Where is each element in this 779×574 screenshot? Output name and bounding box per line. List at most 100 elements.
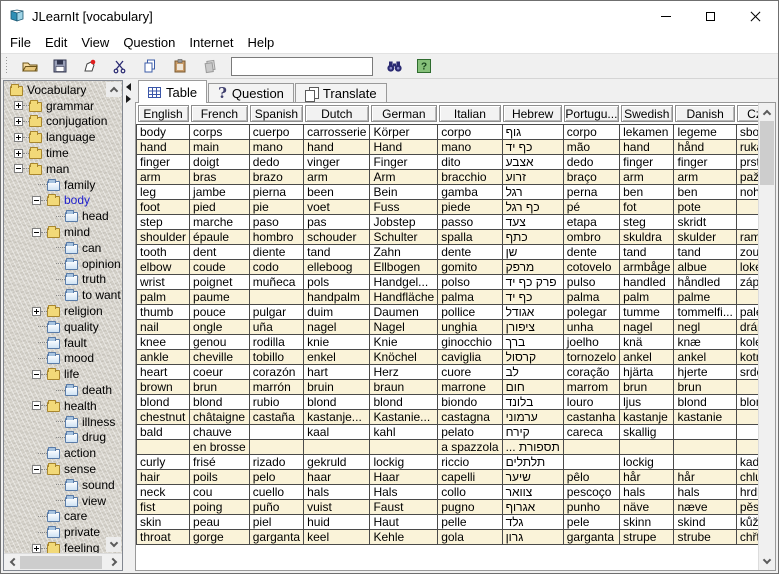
table-cell[interactable]: לב [501,364,564,380]
table-cell[interactable] [248,424,305,440]
table-cell[interactable] [303,439,371,455]
table-cell[interactable]: hals [673,484,737,500]
table-cell[interactable]: elleboog [303,259,371,275]
table-cell[interactable]: hair [136,469,191,485]
table-cell[interactable] [735,379,758,395]
table-cell[interactable]: Finger [369,154,439,170]
table-cell[interactable]: chestnut [136,409,191,425]
table-cell[interactable]: been [303,184,371,200]
tree-item-religion[interactable]: religion [4,303,122,319]
collapse-left-arrow-icon[interactable] [126,83,131,91]
column-header-hebrew[interactable]: Hebrew [503,105,563,122]
tree-item-time[interactable]: time [4,145,122,161]
table-cell[interactable]: pescoço [562,484,621,500]
table-cell[interactable]: dente [437,244,503,260]
table-cell[interactable]: lockig [619,454,675,470]
table-cell[interactable]: brun [619,379,675,395]
table-cell[interactable]: noha [735,184,758,200]
table-cell[interactable]: gekruld [303,454,371,470]
table-cell[interactable]: pols [303,274,371,290]
table-cell[interactable]: Zahn [369,244,439,260]
cut-button[interactable] [107,55,133,77]
table-cell[interactable]: זרוע [501,169,564,185]
table-cell[interactable]: kadeřavý [735,454,758,470]
table-cell[interactable] [369,439,439,455]
table-cell[interactable]: vuist [303,499,371,515]
table-scroll-up-button[interactable] [759,104,775,120]
collapse-minus-icon[interactable] [32,227,41,237]
tree-horizontal-scrollbar[interactable] [4,553,122,570]
table-cell[interactable]: Knie [369,334,439,350]
table-cell[interactable]: piel [248,514,305,530]
table-cell[interactable]: Handgel... [369,274,439,290]
table-cell[interactable]: hals [619,484,675,500]
collapse-minus-icon[interactable] [32,195,41,205]
table-cell[interactable]: braço [562,169,621,185]
table-cell[interactable]: rubio [248,394,305,410]
table-cell[interactable]: pierna [248,184,305,200]
table-cell[interactable]: פרק כף יד [501,274,564,290]
menu-item-internet[interactable]: Internet [182,33,240,52]
table-cell[interactable]: pulgar [248,304,305,320]
table-cell[interactable]: skuldra [619,229,675,245]
table-cell[interactable]: ציפורן [501,319,564,335]
table-cell[interactable]: koleno [735,334,758,350]
tree-item-to-want[interactable]: to want [4,287,122,303]
table-cell[interactable]: step [136,214,191,230]
table-cell[interactable]: bras [189,169,250,185]
table-cell[interactable]: blond [369,394,439,410]
table-cell[interactable]: knæ [673,334,737,350]
table-cell[interactable]: srdce [735,364,758,380]
table-cell[interactable]: marrom [562,379,621,395]
table-cell[interactable]: skallig [619,424,675,440]
table-cell[interactable]: cheville [189,349,250,365]
table-cell[interactable]: neck [136,484,191,500]
table-cell[interactable]: joelho [562,334,621,350]
table-cell[interactable]: duim [303,304,371,320]
table-cell[interactable]: chlup [735,469,758,485]
table-cell[interactable]: ערמוני [501,409,564,425]
table-cell[interactable]: Hals [369,484,439,500]
table-cell[interactable]: kastanje [619,409,675,425]
table-cell[interactable]: haar [303,469,371,485]
help-button[interactable]: ? [411,55,437,77]
table-cell[interactable]: Bein [369,184,439,200]
table-cell[interactable]: palma [437,289,503,305]
table-cell[interactable]: marrón [248,379,305,395]
table-cell[interactable]: blond [735,394,758,410]
table-cell[interactable]: marrone [437,379,503,395]
table-cell[interactable]: coração [562,364,621,380]
table-cell[interactable]: pêlo [562,469,621,485]
table-cell[interactable]: punho [562,499,621,515]
table-cell[interactable]: doigt [189,154,250,170]
table-cell[interactable]: keel [303,529,371,545]
table-cell[interactable]: gomito [437,259,503,275]
tree-item-vocabulary[interactable]: Vocabulary [4,82,122,98]
column-header-dutch[interactable]: Dutch [304,105,369,122]
table-cell[interactable]: pie [248,199,305,215]
table-cell[interactable]: lekamen [619,124,675,140]
grayed-pages-button[interactable] [197,55,223,77]
table-cell[interactable]: corazón [248,364,305,380]
expand-plus-icon[interactable] [14,101,23,111]
table-cell[interactable]: paso [248,214,305,230]
table-cell[interactable] [735,199,758,215]
table-cell[interactable]: nagel [303,319,371,335]
table-cell[interactable]: Ellbogen [369,259,439,275]
table-cell[interactable]: codo [248,259,305,275]
tree-item-fault[interactable]: fault [4,335,122,351]
table-cell[interactable]: כף יד [501,289,564,305]
table-cell[interactable]: albue [673,259,737,275]
table-cell[interactable]: arm [136,169,191,185]
table-cell[interactable]: passo [437,214,503,230]
table-cell[interactable]: strube [673,529,737,545]
table-cell[interactable]: coeur [189,364,250,380]
table-cell[interactable] [562,439,621,455]
tree-scroll-up-button[interactable] [106,82,121,97]
table-cell[interactable]: frisé [189,454,250,470]
toolbar-grip[interactable] [6,57,9,75]
table-cell[interactable]: חום [501,379,564,395]
table-cell[interactable]: zápěstí [735,274,758,290]
table-cell[interactable]: mano [437,139,503,155]
table-cell[interactable]: ruka [735,139,758,155]
